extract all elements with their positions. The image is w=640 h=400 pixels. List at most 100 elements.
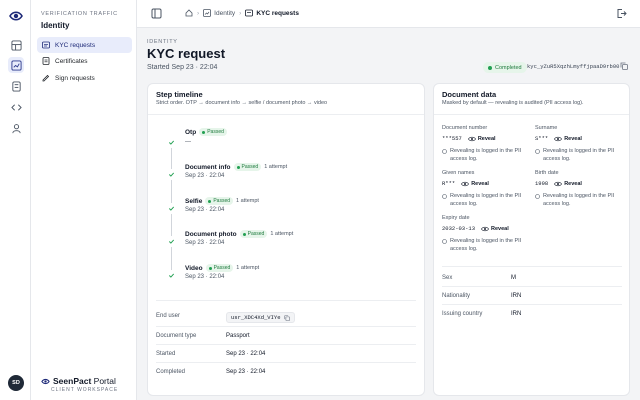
timeline-title: Step timeline <box>156 90 203 99</box>
audit-note: Revealing is logged in the PII access lo… <box>442 148 528 163</box>
copy-icon[interactable] <box>283 314 290 321</box>
step-time: Sep 23 · 22:04 <box>185 207 225 213</box>
detail-label-document-type: Document type <box>156 333 197 339</box>
timeline-subtitle: Strict order. OTP → document info → self… <box>156 100 328 106</box>
status-badge: Passed <box>205 197 234 205</box>
field-label-given-names: Given names <box>442 170 475 176</box>
sidebar-item-sign-requests[interactable]: Sign requests <box>37 70 132 86</box>
divider <box>156 326 416 327</box>
field-expiry-date: 2032-03-13 Reveal <box>442 225 509 232</box>
breadcrumb-identity[interactable]: Identity <box>203 9 235 17</box>
home-crumb[interactable] <box>185 9 193 17</box>
step-time: Sep 23 · 22:04 <box>185 274 225 280</box>
identity-icon[interactable] <box>8 57 24 73</box>
detail-label-completed: Completed <box>156 369 186 375</box>
document-title: Document data <box>442 90 497 99</box>
breadcrumb-separator: › <box>197 9 200 17</box>
field-label-surname: Surname <box>535 125 558 131</box>
field-given-names: R*** Reveal <box>442 180 489 187</box>
logout-icon[interactable] <box>616 8 627 19</box>
eye-icon <box>554 181 563 186</box>
breadcrumb-separator: › <box>239 9 242 17</box>
field-label-issuing-country: Issuing country <box>442 311 483 317</box>
sidebar-eyebrow: VERIFICATION TRAFFIC <box>41 11 118 17</box>
page-eyebrow: IDENTITY <box>147 39 178 45</box>
brand-subtitle: CLIENT WORKSPACE <box>51 387 119 393</box>
status-dot <box>488 65 492 70</box>
audit-note: Revealing is logged in the PII access lo… <box>442 193 528 208</box>
field-label-document-number: Document number <box>442 125 488 131</box>
eye-icon <box>467 136 476 141</box>
detail-label-started: Started <box>156 351 176 357</box>
audit-note: Revealing is logged in the PII access lo… <box>535 148 621 163</box>
copy-icon[interactable] <box>620 62 628 70</box>
field-label-sex: Sex <box>442 275 453 281</box>
status-badge: Passed <box>239 230 268 238</box>
field-value-sex: M <box>511 275 516 281</box>
check-icon <box>166 169 177 180</box>
id-card-icon <box>245 9 254 17</box>
document-subtitle: Masked by default — revealing is audited… <box>442 100 584 106</box>
brand: SeenPact Portal CLIENT WORKSPACE <box>41 376 141 393</box>
dashboard-icon[interactable] <box>8 37 24 53</box>
sidebar-title: Identity <box>41 21 70 30</box>
detail-value-completed: Sep 23 · 22:04 <box>226 369 266 375</box>
check-icon <box>166 236 177 247</box>
id-card-icon <box>42 41 50 49</box>
shield-icon <box>442 149 447 154</box>
app-logo-icon[interactable] <box>8 8 24 24</box>
reveal-button[interactable]: Reveal <box>554 136 582 142</box>
divider <box>442 304 622 305</box>
status-badge: Passed <box>205 264 234 272</box>
eye-icon <box>481 226 490 231</box>
brand-logo-icon <box>41 378 50 384</box>
breadcrumb: › Identity › KYC requests <box>185 9 299 17</box>
divider <box>156 344 416 345</box>
end-user-chip[interactable]: usr_XDC4Xd_VIYe <box>226 312 295 323</box>
sidebar-item-certificates[interactable]: Certificates <box>37 53 132 69</box>
identity-crumb-icon <box>203 9 212 17</box>
field-value-issuing-country: IRN <box>511 311 522 317</box>
sidebar-item-label: Sign requests <box>55 74 95 82</box>
detail-value-started: Sep 23 · 22:04 <box>226 351 266 357</box>
step-time: — <box>185 139 191 145</box>
user-icon[interactable] <box>8 120 24 136</box>
request-id: kyc_yZuR5XqzhLmyffjpaaD9rb00 <box>527 63 620 70</box>
sidebar-item-kyc-requests[interactable]: KYC requests <box>37 37 132 53</box>
audit-note: Revealing is logged in the PII access lo… <box>442 238 528 253</box>
sidebar-item-label: Certificates <box>55 57 88 65</box>
field-birth-date: 1998 Reveal <box>535 180 582 187</box>
step-time: Sep 23 · 22:04 <box>185 173 225 179</box>
reveal-button[interactable]: Reveal <box>467 136 496 142</box>
status-badge: Passed <box>199 128 227 136</box>
divider <box>148 114 424 115</box>
brand-name: SeenPact Portal <box>53 376 116 386</box>
icon-rail: SD <box>0 0 31 400</box>
field-surname: S*** Reveal <box>535 135 582 142</box>
code-icon[interactable] <box>8 99 24 115</box>
field-document-number: ***557 Reveal <box>442 135 496 142</box>
shield-icon <box>535 194 540 199</box>
divider <box>442 286 622 287</box>
documents-icon[interactable] <box>8 78 24 94</box>
page-subtitle: Started Sep 23 · 22:04 <box>147 64 218 71</box>
divider <box>156 362 416 363</box>
home-icon <box>185 9 193 17</box>
signature-icon <box>42 74 50 82</box>
topbar: › Identity › KYC requests <box>137 0 640 28</box>
shield-icon <box>442 239 447 244</box>
certificate-icon <box>42 57 50 65</box>
reveal-button[interactable]: Reveal <box>554 181 582 187</box>
status-badge: Passed <box>233 163 262 171</box>
divider <box>156 300 416 301</box>
avatar[interactable]: SD <box>8 375 24 391</box>
divider <box>442 266 622 267</box>
field-label-nationality: Nationality <box>442 293 471 299</box>
step-video: Video Passed 1 attempt <box>185 264 260 272</box>
check-icon <box>166 270 177 281</box>
sidebar-toggle-icon[interactable] <box>151 8 162 19</box>
breadcrumb-kyc-requests: KYC requests <box>245 9 299 17</box>
reveal-button[interactable]: Reveal <box>481 226 509 232</box>
divider <box>434 114 629 115</box>
reveal-button[interactable]: Reveal <box>461 181 489 187</box>
